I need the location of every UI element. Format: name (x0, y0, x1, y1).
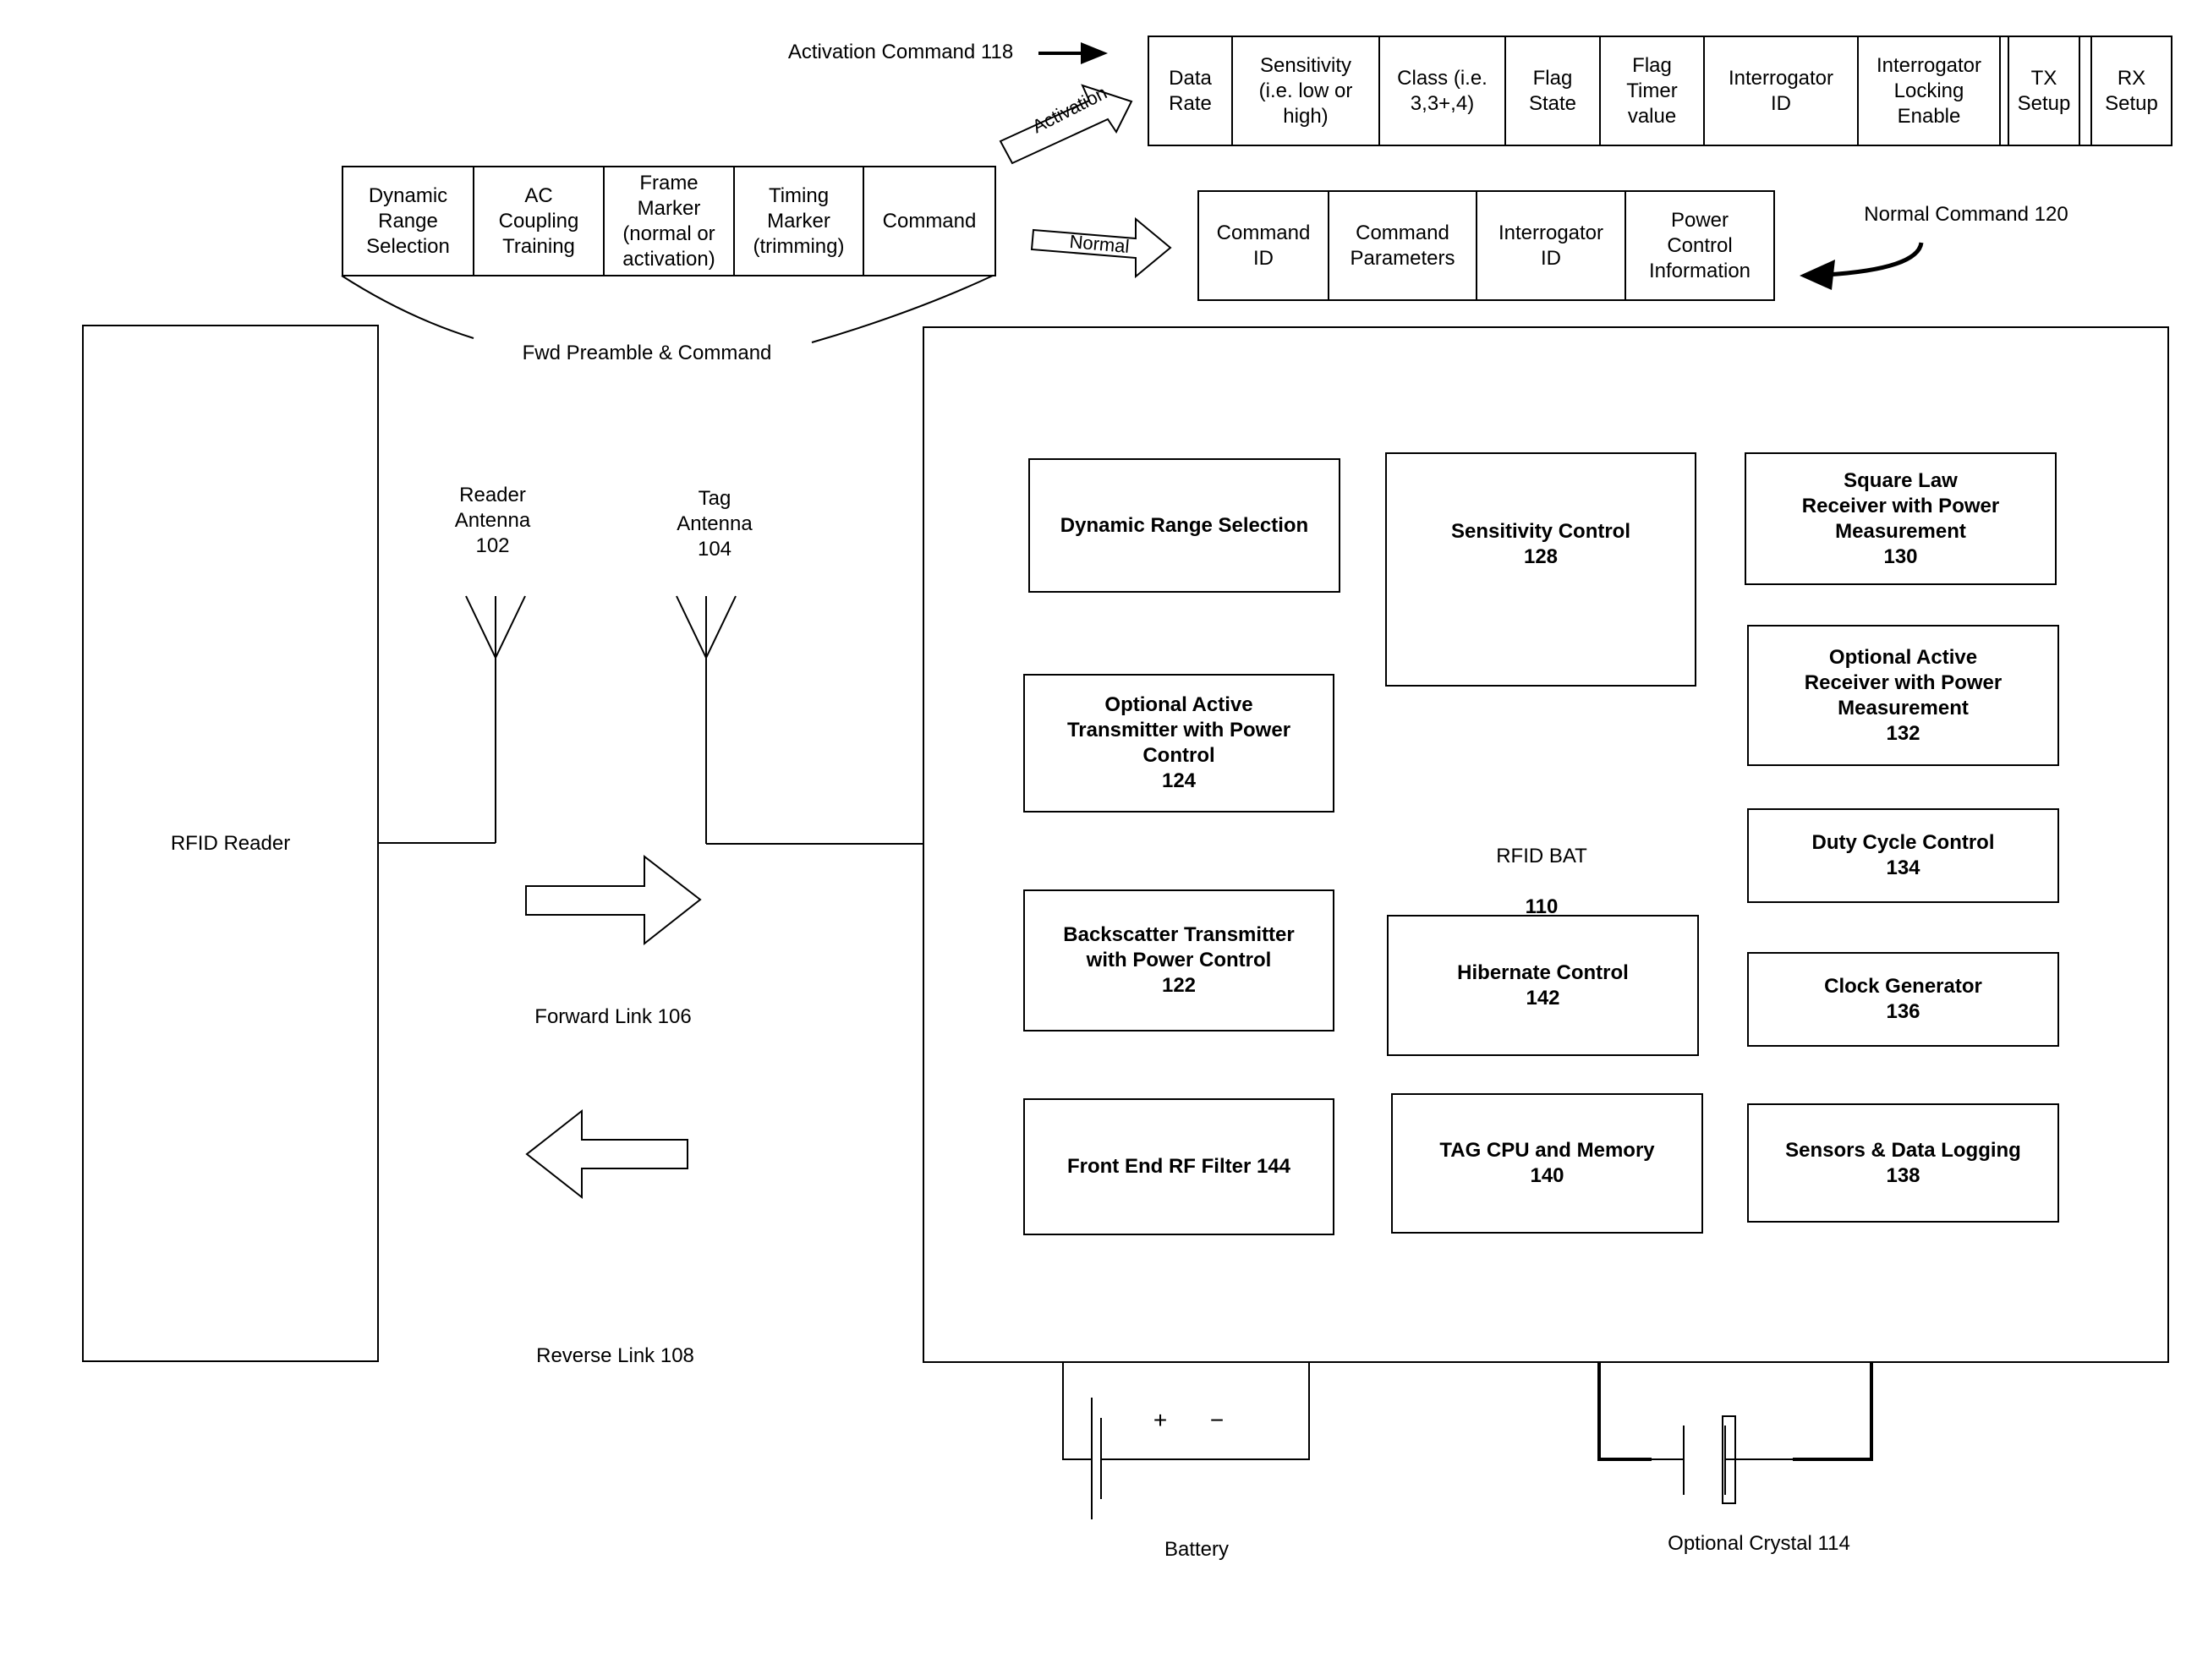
battery-label: Battery (1164, 1538, 1230, 1561)
activation-command-frame: Data Rate Sensitivity (i.e. low or high)… (1148, 36, 2172, 146)
block-hibernate-control: Hibernate Control 142 (1387, 915, 1699, 1056)
field-frame-marker: Frame Marker (normal or activation) (603, 166, 735, 276)
field-command: Command (863, 166, 996, 276)
field-class: Class (i.e. 3,3+,4) (1378, 36, 1506, 146)
field-data-rate: Data Rate (1148, 36, 1233, 146)
rfid-bat-label: RFID BAT 110 (1457, 818, 1626, 920)
activation-command-label: Activation Command 118 (787, 41, 1014, 63)
field-command-id: Command ID (1197, 190, 1329, 301)
reverse-link-arrow-icon (525, 1108, 688, 1200)
tag-antenna-label: Tag Antenna 104 (677, 487, 753, 561)
field-rx-setup: RX Setup (2090, 36, 2172, 146)
field-interrogator-locking: Interrogator Locking Enable (1857, 36, 2001, 146)
forward-link-arrow-icon (525, 854, 702, 946)
block-active-transmitter: Optional Active Transmitter with Power C… (1023, 674, 1334, 813)
block-clock-generator: Clock Generator 136 (1747, 952, 2059, 1047)
field-ac-coupling-training: AC Coupling Training (473, 166, 605, 276)
field-dynamic-range-selection: Dynamic Range Selection (342, 166, 474, 276)
battery-icon (1062, 1362, 1310, 1519)
rfid-bat-name: RFID BAT (1496, 845, 1587, 867)
block-backscatter-transmitter: Backscatter Transmitter with Power Contr… (1023, 889, 1334, 1032)
block-square-law-receiver: Square Law Receiver with Power Measureme… (1745, 452, 2057, 585)
block-front-end-rf-filter: Front End RF Filter 144 (1023, 1098, 1334, 1235)
field-flag-state: Flag State (1504, 36, 1601, 146)
field-command-parameters: Command Parameters (1328, 190, 1477, 301)
block-sensitivity-control: Sensitivity Control 128 (1385, 452, 1696, 687)
block-tag-cpu-memory: TAG CPU and Memory 140 (1391, 1093, 1703, 1234)
battery-minus-sign: − (1209, 1407, 1225, 1433)
field-power-control-information: Power Control Information (1624, 190, 1775, 301)
normal-command-pointer-icon (1800, 242, 1924, 290)
crystal-icon (1597, 1361, 1873, 1504)
field-interrogator-id: Interrogator ID (1476, 190, 1626, 301)
block-dynamic-range-selection: Dynamic Range Selection (1028, 458, 1340, 593)
normal-command-frame: Command ID Command Parameters Interrogat… (1197, 190, 1775, 301)
field-interrogator-id: Interrogator ID (1703, 36, 1859, 146)
tag-antenna-icon (676, 595, 923, 845)
block-sensors-data-logging: Sensors & Data Logging 138 (1747, 1103, 2059, 1223)
forward-link-label: Forward Link 106 (534, 1005, 692, 1028)
rfid-reader-block: RFID Reader (82, 325, 379, 1362)
field-timing-marker: Timing Marker (trimming) (733, 166, 864, 276)
forward-preamble-label: Fwd Preamble & Command (522, 342, 772, 364)
field-sensitivity: Sensitivity (i.e. low or high) (1231, 36, 1380, 146)
battery-plus-sign: + (1153, 1407, 1168, 1433)
block-active-receiver: Optional Active Receiver with Power Meas… (1747, 625, 2059, 766)
rfid-reader-label: RFID Reader (170, 831, 291, 855)
block-duty-cycle-control: Duty Cycle Control 134 (1747, 808, 2059, 903)
normal-command-label: Normal Command 120 (1864, 203, 2068, 226)
reader-antenna-label: Reader Antenna 102 (454, 484, 531, 557)
field-flag-timer: Flag Timer value (1599, 36, 1705, 146)
field-tx-setup: TX Setup (2008, 36, 2080, 146)
reader-antenna-icon (379, 595, 526, 844)
reverse-link-label: Reverse Link 108 (536, 1344, 694, 1367)
activation-command-pointer-icon (1038, 42, 1108, 64)
crystal-label: Optional Crystal 114 (1668, 1532, 1850, 1555)
forward-preamble-frame: Dynamic Range Selection AC Coupling Trai… (342, 166, 996, 276)
